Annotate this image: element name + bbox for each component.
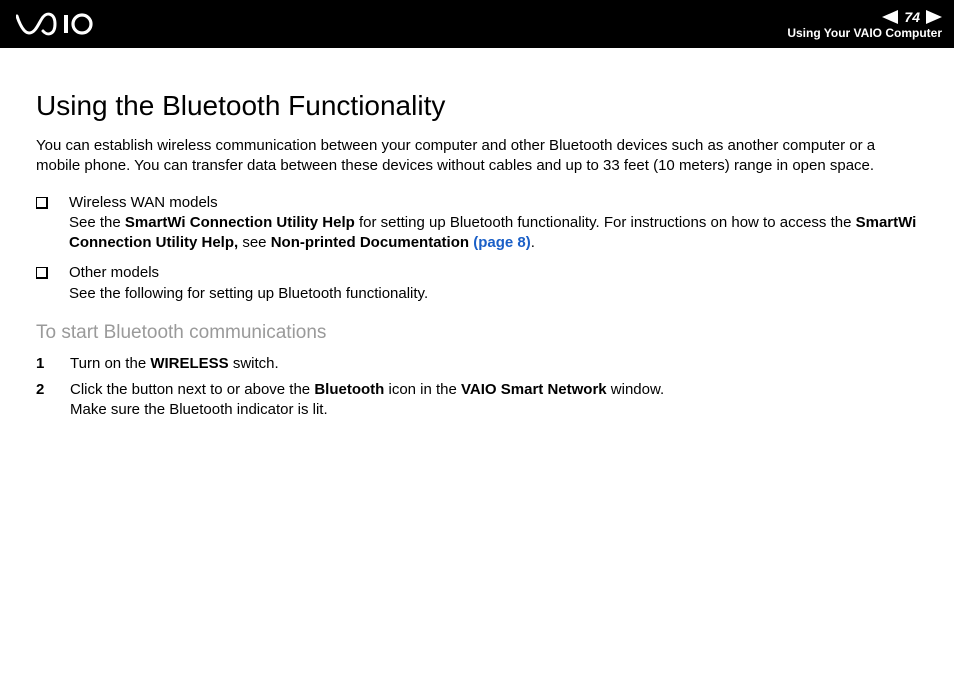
bullet-icon bbox=[36, 267, 47, 278]
step-number: 1 bbox=[36, 354, 70, 374]
text: window. bbox=[607, 381, 665, 398]
vaio-logo-svg bbox=[16, 12, 126, 36]
page-title: Using the Bluetooth Functionality bbox=[36, 90, 918, 122]
text: switch. bbox=[229, 355, 279, 372]
bullet-icon bbox=[36, 197, 47, 208]
page-number: 74 bbox=[902, 9, 922, 25]
text: Click the button next to or above the bbox=[70, 381, 314, 398]
prev-page-arrow-icon[interactable] bbox=[882, 10, 898, 24]
text: icon in the bbox=[384, 381, 461, 398]
text-bold: Non-printed Documentation bbox=[271, 234, 474, 251]
bullet-head: Other models bbox=[69, 264, 159, 281]
intro-paragraph: You can establish wireless communication… bbox=[36, 136, 918, 177]
list-item: Other models See the following for setti… bbox=[36, 263, 918, 304]
step-item: 1 Turn on the WIRELESS switch. bbox=[36, 354, 918, 374]
next-page-arrow-icon[interactable] bbox=[926, 10, 942, 24]
page-link[interactable]: (page 8) bbox=[473, 234, 531, 251]
step-item: 2 Click the button next to or above the … bbox=[36, 380, 918, 421]
text: See the bbox=[69, 214, 125, 231]
text: . bbox=[531, 234, 535, 251]
text-bold: Bluetooth bbox=[314, 381, 384, 398]
text: see bbox=[238, 234, 271, 251]
text-bold: WIRELESS bbox=[150, 355, 228, 372]
list-item: Wireless WAN models See the SmartWi Conn… bbox=[36, 193, 918, 254]
text-bold: SmartWi Connection Utility Help bbox=[125, 214, 355, 231]
text-bold: VAIO Smart Network bbox=[461, 381, 607, 398]
page-header: 74 Using Your VAIO Computer bbox=[0, 0, 954, 48]
section-label: Using Your VAIO Computer bbox=[787, 26, 942, 40]
text: Make sure the Bluetooth indicator is lit… bbox=[70, 401, 328, 418]
text: Turn on the bbox=[70, 355, 150, 372]
text: See the following for setting up Bluetoo… bbox=[69, 285, 428, 302]
subheading: To start Bluetooth communications bbox=[36, 322, 918, 344]
steps-list: 1 Turn on the WIRELESS switch. 2 Click t… bbox=[36, 354, 918, 421]
vaio-logo bbox=[16, 12, 126, 36]
bullet-head: Wireless WAN models bbox=[69, 194, 218, 211]
page-content: Using the Bluetooth Functionality You ca… bbox=[0, 48, 954, 421]
bullet-list: Wireless WAN models See the SmartWi Conn… bbox=[36, 193, 918, 304]
step-number: 2 bbox=[36, 380, 70, 400]
pager: 74 bbox=[882, 9, 942, 25]
text: for setting up Bluetooth functionality. … bbox=[355, 214, 856, 231]
